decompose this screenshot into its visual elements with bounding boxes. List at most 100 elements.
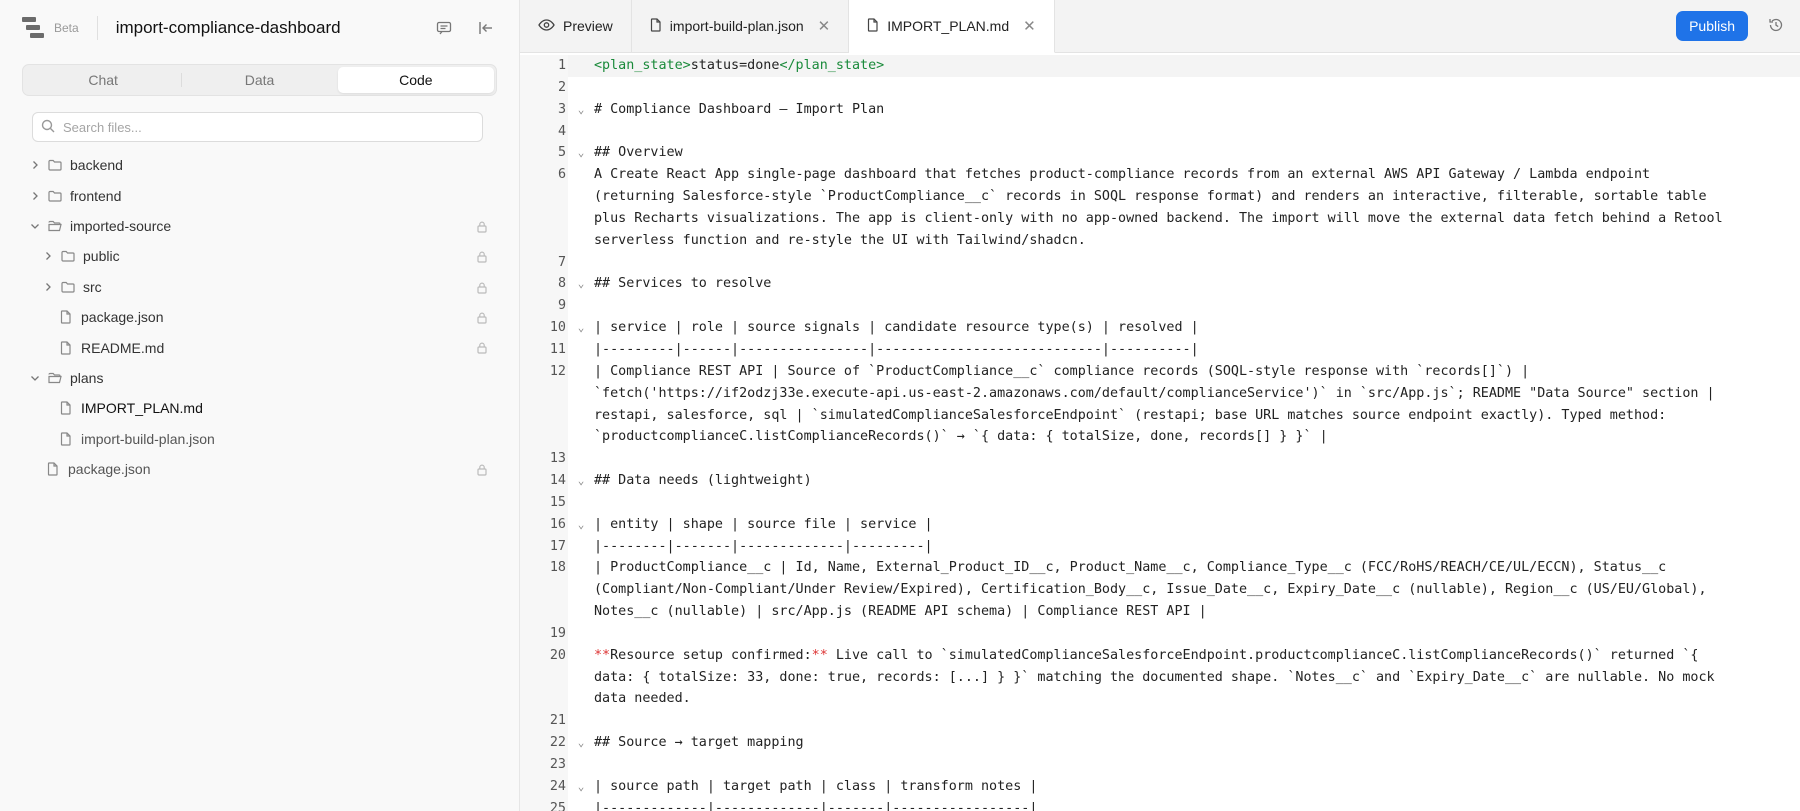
code-line: 6 A Create React App single-page dashboar…: [520, 164, 1800, 187]
fold-chevron-icon[interactable]: ⌄: [568, 732, 594, 754]
tab-import-plan[interactable]: IMPORT_PLAN.md ✕: [849, 0, 1055, 53]
line-number: 6: [520, 164, 568, 187]
tree-item-readme[interactable]: README.md: [0, 332, 519, 362]
close-icon[interactable]: ✕: [1023, 17, 1036, 35]
line-text: **Resource setup confirmed:** Live call …: [594, 645, 1698, 667]
line-text: | entity | shape | source file | service…: [594, 516, 933, 532]
fold-gutter: [568, 186, 594, 208]
tree-item-root-package-json[interactable]: package.json: [0, 454, 519, 484]
project-title: import-compliance-dashboard: [115, 18, 341, 37]
bold-marker: **: [811, 647, 828, 663]
tree-item-import-plan[interactable]: IMPORT_PLAN.md: [0, 393, 519, 423]
history-icon[interactable]: [1768, 17, 1784, 36]
tab-preview[interactable]: Preview: [520, 0, 632, 52]
line-number: 3: [520, 98, 568, 121]
line-number: 14: [520, 470, 568, 492]
fold-gutter: [568, 339, 594, 361]
chevron-right-icon[interactable]: [41, 249, 55, 263]
fold-gutter: [568, 230, 594, 252]
line-number: 10: [520, 317, 568, 339]
line-number: [520, 601, 568, 623]
line-text: `fetch('https://if2odzj33e.execute-api.u…: [594, 385, 1715, 401]
line-text: | Compliance REST API | Source of `Produ…: [594, 363, 1530, 379]
tab-code[interactable]: Code: [337, 67, 494, 93]
fold-chevron-icon[interactable]: ⌄: [568, 99, 594, 121]
tree-item-plans[interactable]: plans: [0, 363, 519, 393]
line-number: [520, 186, 568, 208]
tree-item-import-build-plan[interactable]: import-build-plan.json: [0, 424, 519, 454]
tab-chat[interactable]: Chat: [25, 67, 181, 93]
line-text: |--------|-------|-------------|--------…: [594, 538, 933, 554]
fold-chevron-icon[interactable]: ⌄: [568, 273, 594, 295]
tree-item-frontend[interactable]: frontend: [0, 180, 519, 210]
code-line: 5 ⌄ ## Overview: [520, 142, 1800, 165]
tabbar-spacer: [1055, 0, 1676, 52]
tree-item-public[interactable]: public: [0, 241, 519, 271]
tree-item-src[interactable]: src: [0, 272, 519, 302]
chevron-right-icon[interactable]: [28, 189, 42, 203]
tree-item-label: frontend: [70, 187, 122, 204]
collapse-sidebar-icon[interactable]: [475, 17, 497, 39]
line-text: |---------|------|----------------|-----…: [594, 341, 1199, 357]
fold-chevron-icon[interactable]: ⌄: [568, 514, 594, 536]
tab-data[interactable]: Data: [181, 67, 337, 93]
fold-chevron-icon[interactable]: ⌄: [568, 776, 594, 798]
fold-gutter: [568, 295, 594, 317]
file-icon: [59, 340, 73, 355]
code-line: 4: [520, 120, 1800, 143]
code-line: 23: [520, 754, 1800, 776]
tree-item-package-json[interactable]: package.json: [0, 302, 519, 332]
code-line: 16 ⌄ | entity | shape | source file | serv…: [520, 513, 1800, 536]
chevron-right-icon[interactable]: [41, 280, 55, 294]
code-line-wrap: Notes__c (nullable) | src/App.js (README…: [520, 601, 1800, 623]
code-line: 13: [520, 448, 1800, 471]
tree-item-imported-source[interactable]: imported-source: [0, 211, 519, 241]
line-number: 24: [520, 775, 568, 798]
tag-open: <plan_state>: [594, 58, 691, 73]
fold-gutter: [568, 383, 594, 405]
line-text: |-------------|-------------|-------|---…: [594, 800, 1038, 811]
file-icon: [650, 17, 662, 35]
lock-icon: [477, 341, 487, 357]
fold-gutter: [568, 601, 594, 623]
fold-chevron-icon[interactable]: ⌄: [568, 470, 594, 492]
line-text: data: { totalSize: 33, done: true, recor…: [594, 669, 1715, 685]
chevron-down-icon[interactable]: [28, 219, 42, 233]
code-editor[interactable]: 1 <plan_state>status=done</plan_state> 2…: [520, 53, 1800, 811]
tree-item-backend[interactable]: backend: [0, 150, 519, 180]
lock-icon: [477, 311, 487, 327]
sidebar: Beta import-compliance-dashboard Chat Da…: [0, 0, 520, 811]
fold-gutter: [568, 448, 594, 470]
close-icon[interactable]: ✕: [818, 17, 831, 35]
tab-label: IMPORT_PLAN.md: [887, 18, 1010, 34]
line-number: 21: [520, 710, 568, 733]
code-line: 12 | Compliance REST API | Source of `Pro…: [520, 360, 1800, 383]
code-line: 3 ⌄ # Compliance Dashboard — Import Plan: [520, 98, 1800, 121]
chevron-down-icon[interactable]: [28, 371, 42, 385]
code-line: 14 ⌄ ## Data needs (lightweight): [520, 470, 1800, 492]
chevron-right-icon[interactable]: [28, 158, 42, 172]
tree-item-label: package.json: [68, 461, 151, 478]
line-number: 15: [520, 491, 568, 514]
tag-close: </plan_state>: [779, 58, 885, 73]
app-logo-icon[interactable]: [22, 17, 44, 39]
line-number: [520, 426, 568, 449]
line-number: [520, 688, 568, 711]
publish-button[interactable]: Publish: [1676, 11, 1748, 41]
line-number: 22: [520, 732, 568, 754]
tab-import-build-plan[interactable]: import-build-plan.json ✕: [632, 0, 850, 52]
comment-icon[interactable]: [433, 17, 455, 39]
code-line: 15: [520, 491, 1800, 514]
file-icon: [867, 17, 879, 35]
code-line-wrap: restapi, salesforce, sql | `simulatedCom…: [520, 404, 1800, 427]
line-number: [520, 579, 568, 602]
code-area[interactable]: 1 <plan_state>status=done</plan_state> 2…: [520, 53, 1800, 811]
code-line-wrap: data needed.: [520, 688, 1800, 711]
fold-chevron-icon[interactable]: ⌄: [568, 142, 594, 164]
search-input[interactable]: [63, 119, 474, 135]
line-number: [520, 207, 568, 230]
sidebar-header: Beta import-compliance-dashboard: [0, 0, 519, 56]
code-line-wrap: `productcomplianceC.listComplianceRecord…: [520, 426, 1800, 449]
fold-chevron-icon[interactable]: ⌄: [568, 317, 594, 339]
code-line-wrap: (Compliant/Non-Compliant/Under Review/Ex…: [520, 579, 1800, 602]
